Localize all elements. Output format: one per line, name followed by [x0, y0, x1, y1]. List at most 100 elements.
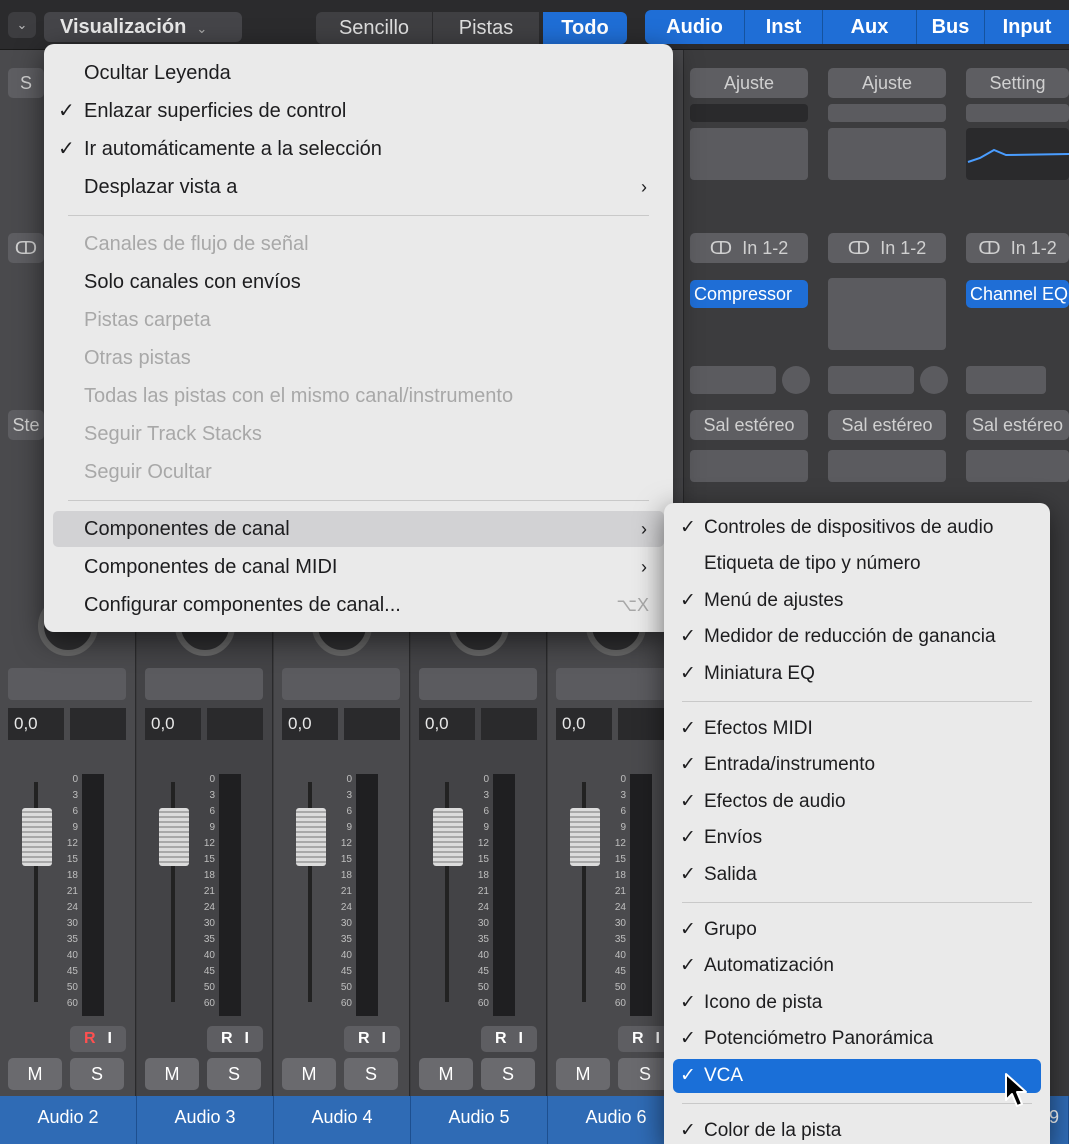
- submenu-item[interactable]: ✓ Efectos de audio: [664, 785, 1050, 819]
- submenu-item[interactable]: ✓ Color de la pista: [664, 1114, 1050, 1144]
- record-input-buttons[interactable]: RI: [344, 1026, 400, 1052]
- output-button-strip8[interactable]: Sal estéreo: [828, 410, 946, 440]
- record-enable-button[interactable]: R: [84, 1030, 96, 1047]
- group-slot[interactable]: [690, 450, 808, 482]
- input-monitor-button[interactable]: I: [656, 1030, 660, 1047]
- record-input-buttons[interactable]: RI: [70, 1026, 126, 1052]
- filter-pistas[interactable]: Pistas: [433, 12, 539, 44]
- input-monitor-button[interactable]: I: [519, 1030, 523, 1047]
- input-button-strip1[interactable]: ↀ: [8, 233, 44, 263]
- input-monitor-button[interactable]: I: [245, 1030, 249, 1047]
- collapse-chevron-icon[interactable]: ⌄: [8, 12, 36, 38]
- menu-item-link-control-surfaces[interactable]: ✓ Enlazar superficies de control: [44, 93, 673, 129]
- send-slot[interactable]: [690, 366, 776, 394]
- automation-mode-slot[interactable]: [8, 668, 126, 700]
- submenu-item[interactable]: ✓ Medidor de reducción de ganancia: [664, 620, 1050, 654]
- record-input-buttons[interactable]: RI: [481, 1026, 537, 1052]
- record-enable-button[interactable]: R: [358, 1030, 370, 1047]
- channel-name[interactable]: Audio 5: [411, 1096, 548, 1144]
- group-slot[interactable]: [828, 450, 946, 482]
- solo-button[interactable]: S: [70, 1058, 124, 1090]
- mute-button[interactable]: M: [556, 1058, 610, 1090]
- menu-item-scroll-view-to[interactable]: Desplazar vista a ›: [44, 169, 673, 205]
- record-input-buttons[interactable]: RI: [207, 1026, 263, 1052]
- mute-button[interactable]: M: [282, 1058, 336, 1090]
- submenu-item[interactable]: ✓ VCA: [673, 1058, 1041, 1093]
- setting-button-strip7[interactable]: Ajuste: [690, 68, 808, 98]
- submenu-item[interactable]: ✓ Potenciómetro Panorámica: [664, 1022, 1050, 1056]
- volume-fader[interactable]: [296, 808, 326, 866]
- menu-item-configure-channel-strip-components[interactable]: Configurar componentes de canal... ⌥X: [44, 587, 673, 623]
- filter-todo[interactable]: Todo: [543, 12, 627, 44]
- send-slot[interactable]: [828, 366, 914, 394]
- type-inst[interactable]: Inst: [745, 10, 823, 44]
- send-slot[interactable]: [966, 366, 1046, 394]
- volume-fader[interactable]: [433, 808, 463, 866]
- send-knob[interactable]: [920, 366, 948, 394]
- volume-fader[interactable]: [159, 808, 189, 866]
- menu-item-channel-strip-components[interactable]: Componentes de canal ›: [53, 511, 664, 547]
- view-menu-button[interactable]: Visualización ⌄: [44, 12, 242, 42]
- submenu-item[interactable]: ✓ Envíos: [664, 821, 1050, 855]
- eq-thumbnail[interactable]: [690, 128, 808, 180]
- input-button-strip8[interactable]: ↀ In 1-2: [828, 233, 946, 263]
- type-audio[interactable]: Audio: [645, 10, 745, 44]
- submenu-item[interactable]: ✓ Automatización: [664, 949, 1050, 983]
- automation-mode-slot[interactable]: [419, 668, 537, 700]
- send-knob[interactable]: [782, 366, 810, 394]
- eq-thumbnail[interactable]: [828, 128, 946, 180]
- type-input[interactable]: Input: [985, 10, 1069, 44]
- output-button-strip1[interactable]: Ste: [8, 410, 44, 440]
- channel-name[interactable]: Audio 3: [137, 1096, 274, 1144]
- plugin-slot-channel-eq[interactable]: Channel EQ: [966, 280, 1069, 308]
- mute-button[interactable]: M: [145, 1058, 199, 1090]
- submenu-item[interactable]: ✓ Grupo: [664, 913, 1050, 947]
- meter-scale-label: 21: [614, 886, 626, 897]
- menu-item-midi-channel-strip-components[interactable]: Componentes de canal MIDI ›: [44, 549, 673, 585]
- volume-fader[interactable]: [570, 808, 600, 866]
- type-aux[interactable]: Aux: [823, 10, 917, 44]
- input-monitor-button[interactable]: I: [108, 1030, 112, 1047]
- filter-sencillo[interactable]: Sencillo: [316, 12, 432, 44]
- channel-name[interactable]: Audio 4: [274, 1096, 411, 1144]
- automation-mode-slot[interactable]: [145, 668, 263, 700]
- submenu-item[interactable]: Etiqueta de tipo y número: [664, 547, 1050, 581]
- menu-item-auto-scroll-selection[interactable]: ✓ Ir automáticamente a la selección: [44, 131, 673, 167]
- submenu-item[interactable]: ✓ Controles de dispositivos de audio: [664, 511, 1050, 545]
- menu-item-hide-legend[interactable]: Ocultar Leyenda: [44, 55, 673, 91]
- eq-thumbnail[interactable]: [966, 128, 1069, 180]
- plugin-slot-compressor[interactable]: Compressor: [690, 280, 808, 308]
- submenu-item[interactable]: ✓ Icono de pista: [664, 986, 1050, 1020]
- automation-mode-slot[interactable]: [282, 668, 400, 700]
- record-enable-button[interactable]: R: [632, 1030, 644, 1047]
- channel-name[interactable]: Audio 2: [0, 1096, 137, 1144]
- solo-button[interactable]: S: [481, 1058, 535, 1090]
- menu-item-only-channels-with-sends[interactable]: Solo canales con envíos: [44, 264, 673, 300]
- setting-button-strip8[interactable]: Ajuste: [828, 68, 946, 98]
- automation-mode-slot[interactable]: [556, 668, 674, 700]
- record-enable-button[interactable]: R: [221, 1030, 233, 1047]
- solo-button[interactable]: S: [344, 1058, 398, 1090]
- output-button-strip7[interactable]: Sal estéreo: [690, 410, 808, 440]
- type-bus[interactable]: Bus: [917, 10, 985, 44]
- submenu-item[interactable]: ✓ Salida: [664, 858, 1050, 892]
- solo-button[interactable]: S: [207, 1058, 261, 1090]
- input-monitor-button[interactable]: I: [382, 1030, 386, 1047]
- output-button-strip9[interactable]: Sal estéreo: [966, 410, 1069, 440]
- submenu-item[interactable]: ✓ Menú de ajustes: [664, 584, 1050, 618]
- group-slot[interactable]: [966, 450, 1069, 482]
- input-button-strip9[interactable]: ↀ In 1-2: [966, 233, 1069, 263]
- mute-button[interactable]: M: [8, 1058, 62, 1090]
- submenu-item-label: Salida: [704, 863, 757, 885]
- submenu-item[interactable]: ✓ Entrada/instrumento: [664, 748, 1050, 782]
- input-button-strip7[interactable]: ↀ In 1-2: [690, 233, 808, 263]
- submenu-item[interactable]: ✓ Miniatura EQ: [664, 657, 1050, 691]
- setting-button-strip9[interactable]: Setting: [966, 68, 1069, 98]
- submenu-item[interactable]: ✓ Efectos MIDI: [664, 712, 1050, 746]
- meter-scale-label: 0: [346, 774, 352, 785]
- record-enable-button[interactable]: R: [495, 1030, 507, 1047]
- setting-button-strip1[interactable]: S: [8, 68, 44, 98]
- plugin-slot-empty[interactable]: [828, 278, 946, 350]
- mute-button[interactable]: M: [419, 1058, 473, 1090]
- volume-fader[interactable]: [22, 808, 52, 866]
